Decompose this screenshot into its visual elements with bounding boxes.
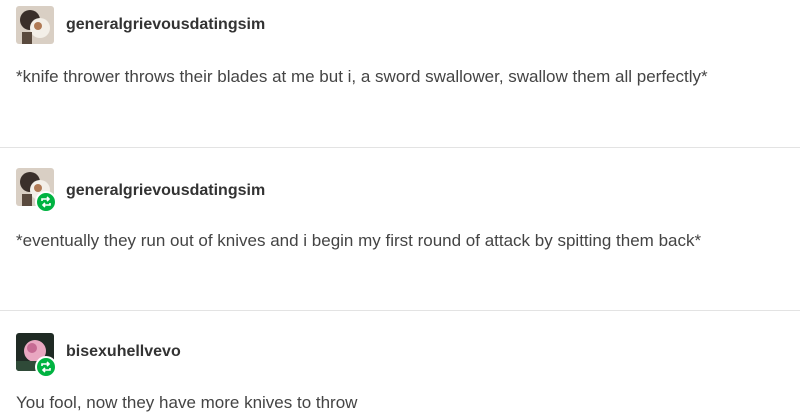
avatar[interactable]: [16, 6, 54, 44]
post-2: generalgrievousdatingsim *eventually the…: [0, 148, 800, 310]
post-text: *eventually they run out of knives and i…: [16, 231, 702, 250]
username[interactable]: generalgrievousdatingsim: [66, 182, 265, 200]
post-1: generalgrievousdatingsim *knife thrower …: [0, 0, 800, 148]
post-text: *knife thrower throws their blades at me…: [16, 67, 708, 86]
reblog-badge: [35, 191, 57, 213]
reblog-icon: [41, 196, 51, 208]
reblog-badge: [35, 356, 57, 378]
reblog-icon: [41, 361, 51, 373]
username[interactable]: bisexuhellvevo: [66, 343, 181, 361]
username[interactable]: generalgrievousdatingsim: [66, 16, 265, 34]
avatar-photo-icon: [16, 6, 54, 44]
post-text: You fool, now they have more knives to t…: [16, 393, 358, 412]
post-3: bisexuhellvevo You fool, now they have m…: [0, 311, 800, 420]
